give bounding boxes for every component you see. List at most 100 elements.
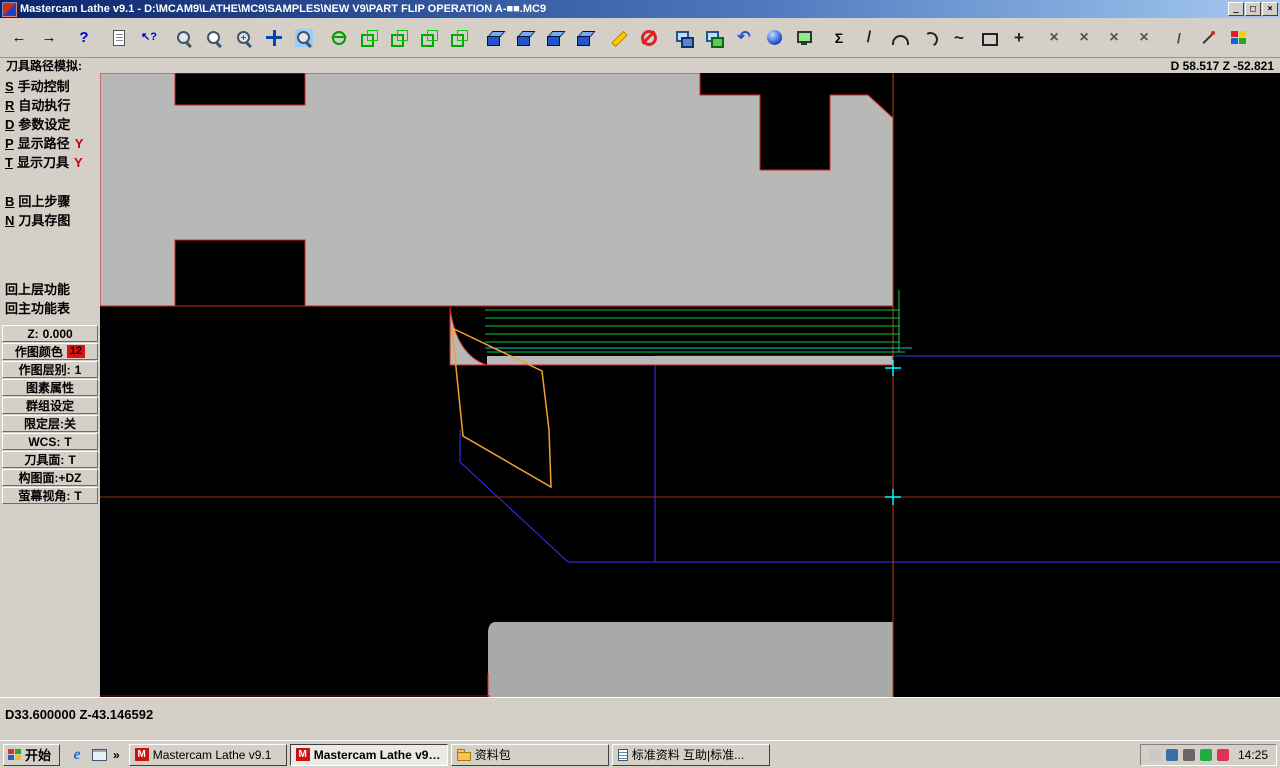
arc-button[interactable] [884,24,914,52]
cursor-coordinate-readout: D 58.517 Z -52.821 [1170,58,1274,73]
cube-green-icon [360,29,378,47]
menu-show-tool[interactable]: T 显示刀具 Y [0,153,100,172]
gview-iso-button[interactable] [444,24,474,52]
limit-level-button[interactable]: 限定层:关 [2,415,98,432]
fillet-button[interactable] [1194,24,1224,52]
point-button[interactable]: + [1004,24,1034,52]
line-button[interactable]: / [854,24,884,52]
zoom-select-button[interactable] [289,24,319,52]
tray-input-method-icon[interactable] [1165,748,1178,761]
delete-button[interactable] [604,24,634,52]
entity-attributes-button[interactable]: 图素属性 [2,379,98,396]
undo-button[interactable]: ↶ [729,24,759,52]
taskbar: 开始 e » M Mastercam Lathe v9.1 M Mastercam L… [0,740,1280,768]
undelete-button[interactable] [634,24,664,52]
status-bar: D33.600000 Z-43.146592 [0,697,1280,740]
task-mastercam-2[interactable]: M Mastercam Lathe v9.... [289,743,448,766]
notes-button[interactable] [104,24,134,52]
draw-color-button[interactable]: 作图颜色 12 [2,343,98,360]
gview-top-button[interactable] [354,24,384,52]
spline-button[interactable]: ~ [944,24,974,52]
zoom-button[interactable] [169,24,199,52]
gview-front-button[interactable] [384,24,414,52]
screen-view-button[interactable]: 萤幕视角: T [2,487,98,504]
cplane-side-button[interactable] [539,24,569,52]
minimize-button[interactable]: _ [1228,2,1244,16]
cube-blue-icon [485,29,503,47]
task-mastercam-1[interactable]: M Mastercam Lathe v9.1 [128,743,287,766]
window-controls: _ □ × [1228,2,1278,16]
ie-launcher[interactable]: e [67,745,87,765]
mastercam-window: Mastercam Lathe v9.1 - D:\MCAM9\LATHE\MC… [0,0,1280,768]
draw-level-button[interactable]: 作图层别: 1 [2,361,98,378]
tray-downloader-icon[interactable] [1216,748,1229,761]
menu-backup-step[interactable]: B 回上步骤 [0,192,100,211]
cube-green-icon [450,29,468,47]
task-buttons: M Mastercam Lathe v9.1 M Mastercam Lathe v9… [128,743,770,766]
show-desktop-launcher[interactable] [89,745,109,765]
gview-side-button[interactable] [414,24,444,52]
cplane-top-button[interactable] [479,24,509,52]
gview-dynamic-button[interactable] [324,24,354,52]
globe-icon [330,29,348,47]
tray-volume-icon[interactable] [1182,748,1195,761]
menu-manual-control[interactable]: S 手动控制 [0,77,100,96]
back-button[interactable]: ← [4,24,34,52]
screen-blank-button[interactable] [669,24,699,52]
forward-button[interactable]: → [34,24,64,52]
menu-show-path[interactable]: P 显示路径 Y [0,134,100,153]
maximize-button[interactable]: □ [1245,2,1261,16]
zoom-in-button[interactable] [229,24,259,52]
task-folder[interactable]: 资料包 [450,743,609,766]
start-button[interactable]: 开始 [3,743,61,766]
rectangle-button[interactable] [974,24,1004,52]
join-button[interactable]: × [1099,24,1129,52]
zoom-window-button[interactable] [199,24,229,52]
sidebar-menu: S 手动控制 R 自动执行 D 参数设定 P 显示路径 Y T 显示刀具 Y B 回上步骤 N 刀具存图回上层… [0,73,100,697]
tray-printer-icon[interactable] [1148,748,1161,761]
chamfer-button[interactable]: / [1164,24,1194,52]
toggle-flag: Y [73,155,83,170]
chuck [488,622,893,697]
screen-regen-button[interactable] [789,24,819,52]
circle-button[interactable] [914,24,944,52]
modify-button[interactable]: × [1129,24,1159,52]
help-button[interactable]: ? [69,24,99,52]
task-browser[interactable]: 标准资料 互助|标准... [611,743,770,766]
tool-plane-button[interactable]: 刀具面: T [2,451,98,468]
break-button[interactable]: × [1069,24,1099,52]
cube-blue-icon [515,29,533,47]
tray-antivirus-icon[interactable] [1199,748,1212,761]
titlebar[interactable]: Mastercam Lathe v9.1 - D:\MCAM9\LATHE\MC… [0,0,1280,18]
trim-icon: × [1049,28,1059,46]
desktop-icon [91,748,107,761]
z-depth-button[interactable]: Z: 0.000 [2,325,98,342]
screens-icon [675,29,694,48]
menu-set-parameters[interactable]: D 参数设定 [0,115,100,134]
close-button[interactable]: × [1262,2,1278,16]
line-red-icon [1200,29,1218,47]
back-icon: ← [11,29,27,46]
construction-plane-button[interactable]: 构图面:+DZ [2,469,98,486]
quicklaunch-overflow-chevron[interactable]: » [111,748,122,762]
trim-button[interactable]: × [1039,24,1069,52]
graphics-canvas[interactable] [100,73,1280,697]
status-coordinate-readout: D33.600000 Z-43.146592 [5,707,154,722]
window-title: Mastercam Lathe v9.1 - D:\MCAM9\LATHE\MC… [20,3,547,15]
cplane-front-button[interactable] [509,24,539,52]
menu-tool-snapshot[interactable]: N 刀具存图 [0,211,100,230]
cplane-3d-button[interactable] [569,24,599,52]
context-help-button[interactable]: ↖? [134,24,164,52]
colors-button[interactable] [1224,24,1254,52]
analyze-button[interactable]: Σ [824,24,854,52]
folder-icon [456,748,471,761]
screen-fit-button[interactable] [699,24,729,52]
shading-button[interactable] [759,24,789,52]
pan-button[interactable] [259,24,289,52]
menu-backup-menu[interactable]: 回上层功能 [0,280,100,299]
wcs-button[interactable]: WCS: T [2,433,98,450]
menu-auto-run[interactable]: R 自动执行 [0,96,100,115]
menu-main-menu[interactable]: 回主功能表 [0,299,100,318]
group-settings-button[interactable]: 群组设定 [2,397,98,414]
noentry-icon [640,29,658,47]
